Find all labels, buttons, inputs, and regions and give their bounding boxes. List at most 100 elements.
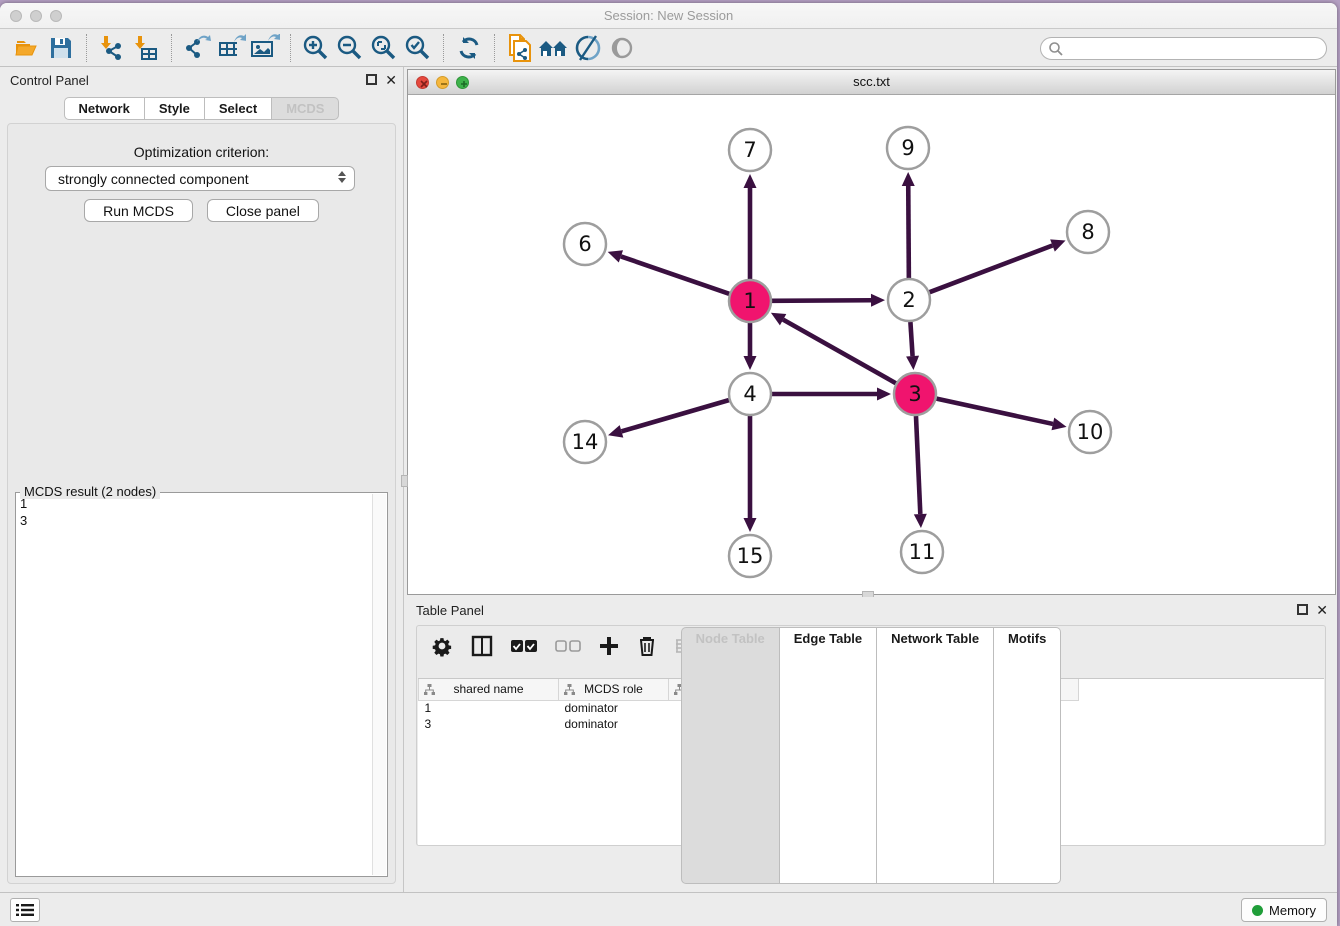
svg-text:3: 3 [908, 382, 921, 406]
graph-node-1[interactable]: 1 [729, 280, 771, 322]
list-icon [16, 903, 34, 917]
show-log-console-button[interactable] [10, 898, 40, 922]
close-panel-button[interactable]: Close panel [207, 199, 319, 222]
criterion-selected-value: strongly connected component [58, 171, 249, 187]
tab-select[interactable]: Select [205, 97, 272, 120]
svg-text:7: 7 [743, 138, 756, 162]
float-table-panel-icon[interactable] [1297, 604, 1308, 615]
run-mcds-button[interactable]: Run MCDS [84, 199, 193, 222]
export-image-icon[interactable] [248, 33, 282, 63]
table-panel-header: Table Panel ✕ [406, 597, 1336, 623]
hide-graphics-details-icon[interactable] [605, 33, 639, 63]
search-input[interactable] [1040, 37, 1327, 60]
home-icon[interactable] [537, 33, 571, 63]
toolbar-separator [171, 34, 172, 62]
edge-arrow-4-3 [877, 388, 891, 401]
svg-text:2: 2 [902, 288, 915, 312]
tab-edge-table[interactable]: Edge Table [780, 627, 877, 884]
search-field-wrap [1040, 37, 1327, 60]
control-panel-header: Control Panel ✕ [0, 67, 403, 93]
graph-node-6[interactable]: 6 [564, 223, 606, 265]
edge-2-3[interactable] [910, 322, 912, 356]
edge-2-8[interactable] [930, 245, 1053, 292]
svg-text:11: 11 [909, 540, 936, 564]
control-panel: Control Panel ✕ NetworkStyleSelectMCDS O… [0, 67, 404, 892]
graph-node-7[interactable]: 7 [729, 129, 771, 171]
search-icon [1048, 41, 1064, 62]
save-session-icon[interactable] [44, 33, 78, 63]
copy-network-view-icon[interactable] [503, 33, 537, 63]
edge-1-2[interactable] [772, 300, 871, 301]
result-scrollbar[interactable] [372, 494, 386, 875]
control-panel-tabs: NetworkStyleSelectMCDS [0, 97, 403, 120]
memory-button[interactable]: Memory [1241, 898, 1327, 922]
edge-1-6[interactable] [621, 256, 729, 293]
graph-node-10[interactable]: 10 [1069, 411, 1111, 453]
network-graph[interactable]: 7 9 6 8 1 2 4 3 14 10 15 11 [408, 96, 1336, 595]
graph-node-14[interactable]: 14 [564, 421, 606, 463]
graph-node-9[interactable]: 9 [887, 127, 929, 169]
optimization-criterion-label: Optimization criterion: [8, 144, 395, 160]
edge-2-9[interactable] [908, 186, 909, 278]
graph-node-15[interactable]: 15 [729, 535, 771, 577]
close-panel-icon[interactable]: ✕ [385, 72, 397, 89]
zoom-fit-icon[interactable] [367, 33, 401, 63]
import-table-icon[interactable] [129, 33, 163, 63]
table-panel: Table Panel ✕ [406, 597, 1336, 892]
network-window-titlebar[interactable]: scc.txt [408, 70, 1335, 95]
edge-arrow-3-11 [914, 514, 927, 528]
tab-network-table[interactable]: Network Table [877, 627, 994, 884]
tab-style[interactable]: Style [145, 97, 205, 120]
graph-node-8[interactable]: 8 [1067, 211, 1109, 253]
tab-network[interactable]: Network [64, 97, 145, 120]
svg-text:8: 8 [1081, 220, 1094, 244]
edge-3-11[interactable] [916, 416, 920, 514]
edge-3-1[interactable] [783, 320, 896, 384]
zoom-out-icon[interactable] [333, 33, 367, 63]
edge-arrow-2-3 [906, 356, 919, 370]
criterion-select[interactable]: strongly connected component [45, 166, 355, 191]
edge-arrow-4-14 [608, 425, 623, 437]
svg-text:1: 1 [743, 289, 756, 313]
edge-arrow-1-2 [871, 294, 885, 307]
table-panel-title: Table Panel [416, 603, 484, 618]
toolbar-separator [443, 34, 444, 62]
title-bar: Session: New Session [0, 3, 1337, 29]
import-network-icon[interactable] [95, 33, 129, 63]
graph-node-4[interactable]: 4 [729, 373, 771, 415]
network-view-window: scc.txt 7 9 6 8 1 2 4 3 14 10 15 11 [407, 69, 1336, 595]
svg-text:10: 10 [1077, 420, 1104, 444]
graph-node-11[interactable]: 11 [901, 531, 943, 573]
app-window: Session: New Session [0, 3, 1337, 926]
refresh-icon[interactable] [452, 33, 486, 63]
zoom-selected-icon[interactable] [401, 33, 435, 63]
tab-mcds[interactable]: MCDS [272, 97, 339, 120]
mcds-buttons-row: Run MCDS Close panel [8, 199, 395, 222]
svg-text:15: 15 [737, 544, 764, 568]
tab-motifs[interactable]: Motifs [994, 627, 1061, 884]
graph-node-3[interactable]: 3 [894, 373, 936, 415]
float-panel-icon[interactable] [366, 74, 377, 85]
graph-node-2[interactable]: 2 [888, 279, 930, 321]
svg-text:6: 6 [578, 232, 591, 256]
export-table-icon[interactable] [214, 33, 248, 63]
tab-node-table[interactable]: Node Table [681, 627, 780, 884]
open-session-icon[interactable] [10, 33, 44, 63]
svg-text:4: 4 [743, 382, 756, 406]
zoom-in-icon[interactable] [299, 33, 333, 63]
edge-arrow-2-9 [902, 172, 915, 186]
mcds-result-list[interactable]: 1 3 [20, 495, 371, 874]
mcds-result-box: MCDS result (2 nodes) 1 3 [15, 492, 388, 877]
edge-3-10[interactable] [936, 399, 1052, 424]
style-preview-icon[interactable] [571, 33, 605, 63]
edge-arrow-1-6 [608, 250, 623, 262]
edge-arrow-2-8 [1050, 239, 1065, 251]
close-table-panel-icon[interactable]: ✕ [1316, 602, 1328, 619]
svg-text:14: 14 [572, 430, 599, 454]
edge-4-14[interactable] [621, 400, 728, 431]
network-window-title: scc.txt [408, 74, 1335, 89]
select-chevrons-icon [338, 171, 346, 183]
export-network-icon[interactable] [180, 33, 214, 63]
network-canvas[interactable]: 7 9 6 8 1 2 4 3 14 10 15 11 [408, 96, 1335, 594]
vertical-splitter-handle[interactable] [401, 475, 408, 487]
